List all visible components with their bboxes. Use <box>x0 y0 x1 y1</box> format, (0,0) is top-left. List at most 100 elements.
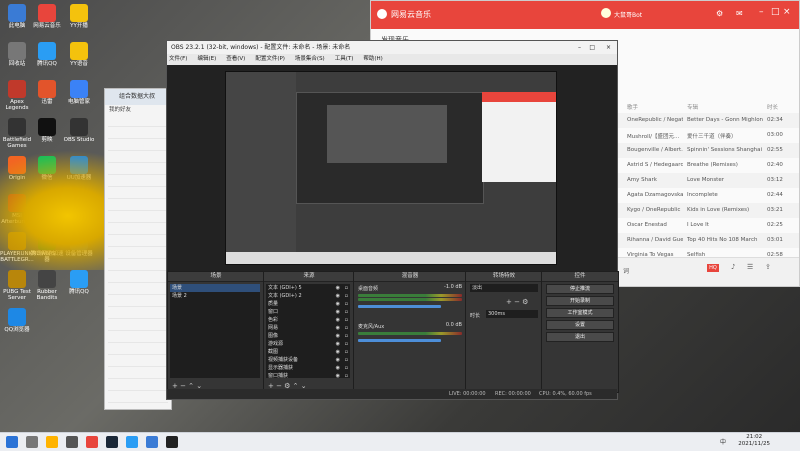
lock-icon[interactable]: ▫ <box>345 332 348 340</box>
desktop-icon[interactable]: YY开播 <box>62 4 96 29</box>
desktop-icon[interactable]: Rubber Bandits <box>30 270 64 301</box>
lock-icon[interactable]: ▫ <box>345 364 348 372</box>
lock-icon[interactable]: ▫ <box>345 284 348 292</box>
desktop-icon[interactable]: Apex Legends <box>0 80 34 111</box>
list-item[interactable] <box>108 127 168 139</box>
mixer-ch1-slider[interactable] <box>358 305 442 308</box>
eye-icon[interactable]: ◉ <box>336 356 340 364</box>
maximize-icon[interactable]: □ <box>771 7 780 17</box>
file-explorer-icon[interactable] <box>46 436 58 448</box>
obs-menu-item[interactable]: 文件(F) <box>169 56 187 62</box>
list-item[interactable] <box>108 247 168 259</box>
obs-menu-item[interactable]: 场景集合(S) <box>295 56 325 62</box>
close-icon[interactable]: × <box>606 41 611 54</box>
list-item[interactable] <box>108 295 168 307</box>
taskbar-app-icon[interactable] <box>66 436 78 448</box>
obs-menu-item[interactable]: 帮助(H) <box>363 56 382 62</box>
list-item[interactable] <box>108 379 168 391</box>
chat-panel[interactable]: 组合数据大叔 我的好友 <box>104 88 172 410</box>
list-item[interactable] <box>108 319 168 331</box>
list-item[interactable] <box>108 355 168 367</box>
control-button[interactable]: 退出 <box>546 332 614 342</box>
input-language[interactable]: 中 <box>720 437 726 446</box>
desktop-icon[interactable]: 剪映 <box>30 118 64 143</box>
desktop-icon[interactable]: 网易云音乐 <box>30 4 64 29</box>
chat-group[interactable]: 我的好友 <box>105 105 171 115</box>
lock-icon[interactable]: ▫ <box>345 348 348 356</box>
qq-taskbar-icon[interactable] <box>126 436 138 448</box>
obs-menu-item[interactable]: 工具(T) <box>335 56 354 62</box>
lock-icon[interactable]: ▫ <box>345 340 348 348</box>
eye-icon[interactable]: ◉ <box>336 364 340 372</box>
lock-icon[interactable]: ▫ <box>345 356 348 364</box>
eye-icon[interactable]: ◉ <box>336 292 340 300</box>
obs-preview[interactable] <box>167 65 617 303</box>
list-item[interactable] <box>108 151 168 163</box>
desktop-icon[interactable]: OBS Studio <box>62 118 96 143</box>
minimize-icon[interactable]: – <box>759 7 764 17</box>
list-item[interactable] <box>108 115 168 127</box>
steam-taskbar-icon[interactable] <box>106 436 118 448</box>
list-item[interactable] <box>108 307 168 319</box>
duration-input[interactable]: 300ms <box>486 310 538 318</box>
minimize-icon[interactable]: – <box>578 41 581 54</box>
list-item[interactable] <box>108 139 168 151</box>
control-button[interactable]: 停止推流 <box>546 284 614 294</box>
playlist-icon[interactable]: ☰ <box>747 263 753 271</box>
volume-icon[interactable]: ♪ <box>731 263 735 271</box>
eye-icon[interactable]: ◉ <box>336 316 340 324</box>
settings-icon[interactable]: ⚙ <box>716 9 723 18</box>
maximize-icon[interactable]: □ <box>589 41 595 54</box>
list-item[interactable] <box>108 199 168 211</box>
source-item[interactable]: 游戏源 ◉ ▫ <box>266 340 350 348</box>
lock-icon[interactable]: ▫ <box>345 300 348 308</box>
desktop-icon[interactable]: 电脑管家 <box>62 80 96 105</box>
list-item[interactable] <box>108 343 168 355</box>
lock-icon[interactable]: ▫ <box>345 292 348 300</box>
lock-icon[interactable]: ▫ <box>345 308 348 316</box>
eye-icon[interactable]: ◉ <box>336 324 340 332</box>
col-album[interactable]: 专辑 <box>687 103 698 111</box>
source-item[interactable]: 窗口捕获 ◉ ▫ <box>266 372 350 378</box>
obs-taskbar-icon[interactable] <box>166 436 178 448</box>
obs-menu-item[interactable]: 查看(V) <box>226 56 245 62</box>
close-icon[interactable]: × <box>783 7 791 17</box>
desktop-icon[interactable]: 回收站 <box>0 42 34 67</box>
eye-icon[interactable]: ◉ <box>336 332 340 340</box>
clock[interactable]: 21:02 2021/11/25 <box>738 434 770 448</box>
eye-icon[interactable]: ◉ <box>336 340 340 348</box>
col-singer[interactable]: 歌手 <box>627 103 638 111</box>
col-time[interactable]: 时长 <box>767 103 778 111</box>
obs-menu-item[interactable]: 编辑(E) <box>197 56 216 62</box>
start-icon[interactable] <box>6 436 18 448</box>
source-item[interactable]: 窗口 ◉ ▫ <box>266 308 350 316</box>
desktop-icon[interactable]: 腾讯QQ <box>30 42 64 67</box>
desktop-icon[interactable]: YY语音 <box>62 42 96 67</box>
lock-icon[interactable]: ▫ <box>345 372 348 378</box>
desktop-icon[interactable]: PUBG Test Server <box>0 270 34 301</box>
control-button[interactable]: 开始录制 <box>546 296 614 306</box>
list-item[interactable] <box>108 271 168 283</box>
list-item[interactable] <box>108 187 168 199</box>
netease-taskbar-icon[interactable] <box>86 436 98 448</box>
eye-icon[interactable]: ◉ <box>336 300 340 308</box>
lock-icon[interactable]: ▫ <box>345 324 348 332</box>
eye-icon[interactable]: ◉ <box>336 348 340 356</box>
list-item[interactable] <box>108 163 168 175</box>
desktop-icon[interactable]: QQ浏览器 <box>0 308 34 333</box>
search-icon[interactable] <box>26 436 38 448</box>
obs-window[interactable]: OBS 23.2.1 (32-bit, windows) - 配置文件: 未命名… <box>166 40 619 400</box>
lock-icon[interactable]: ▫ <box>345 316 348 324</box>
source-item[interactable]: 文本 (GDI+) 2 ◉ ▫ <box>266 292 350 300</box>
desktop-icon[interactable]: 迅雷 <box>30 80 64 105</box>
list-item[interactable] <box>108 331 168 343</box>
list-item[interactable] <box>108 283 168 295</box>
eye-icon[interactable]: ◉ <box>336 372 340 378</box>
lyric-icon[interactable]: 词 <box>623 266 629 275</box>
scene-item[interactable]: 场景 2 <box>170 292 260 300</box>
transition-select[interactable]: 淡出 <box>470 284 538 292</box>
transition-add-button[interactable]: + − ⚙ <box>506 298 528 306</box>
browser-taskbar-icon[interactable] <box>146 436 158 448</box>
obs-menu-item[interactable]: 配置文件(P) <box>255 56 285 62</box>
list-item[interactable] <box>108 175 168 187</box>
